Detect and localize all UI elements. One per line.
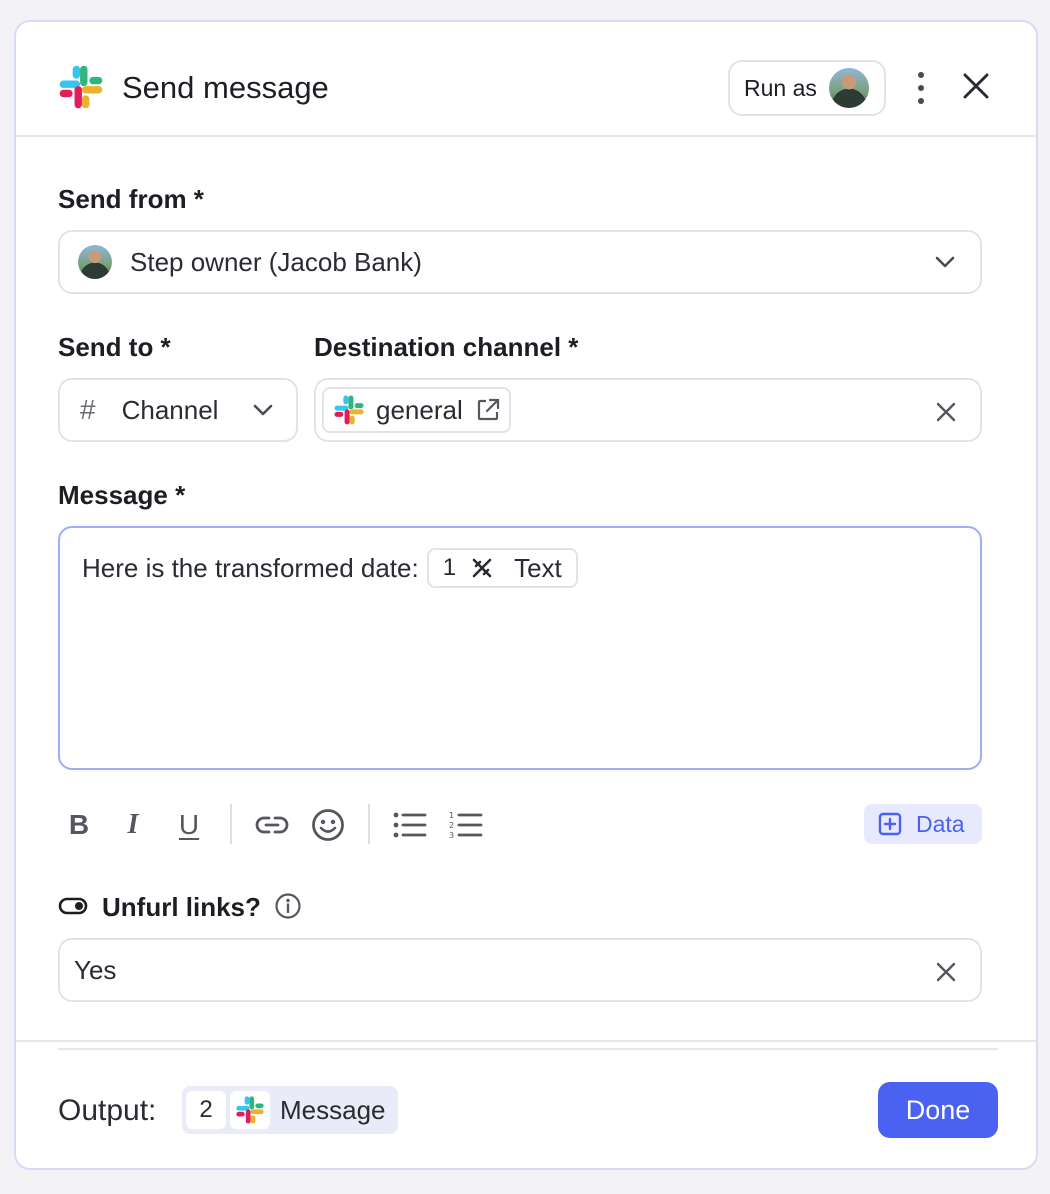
slack-logo-icon [236,1096,264,1124]
output-step-number: 2 [186,1091,226,1129]
italic-button[interactable]: I [118,806,148,844]
done-button[interactable]: Done [878,1082,998,1138]
link-button[interactable] [252,806,292,844]
link-icon [255,816,289,834]
send-to-label: Send to * [58,332,171,362]
send-from-label: Send from * [58,184,204,214]
send-from-value: Step owner (Jacob Bank) [130,246,422,277]
toolbar-divider [368,804,370,844]
run-as-button[interactable]: Run as [728,60,886,116]
unfurl-links-label: Unfurl links? [102,892,261,922]
destination-channel-label: Destination channel * [314,332,579,362]
unfurl-links-field[interactable]: Yes [58,938,982,1002]
output-slack-badge [230,1091,270,1129]
bold-button[interactable]: B [64,806,94,844]
send-to-select[interactable]: # Channel [58,378,298,442]
channel-chip[interactable]: general [322,387,511,433]
message-line: Here is the transformed date: 1 Text [82,548,958,588]
unfurl-links-value: Yes [74,954,117,985]
run-as-avatar [828,68,869,108]
token-step-number: 1 [442,554,457,581]
numbered-list-icon: 1 2 3 [449,811,483,840]
transform-icon [472,558,492,578]
more-options-icon[interactable] [910,68,932,108]
send-from-select[interactable]: Step owner (Jacob Bank) [58,230,982,294]
panel-header: Send message Run as [16,22,1036,137]
info-icon[interactable] [274,892,302,920]
emoji-button[interactable] [308,806,348,844]
plus-square-icon [878,812,902,836]
smiley-icon [312,809,344,841]
slack-logo-icon [59,65,103,109]
chevron-down-icon [935,256,955,268]
footer-divider-inner [58,1048,998,1050]
svg-text:1: 1 [449,811,454,820]
footer-divider [16,1040,1036,1042]
close-icon[interactable] [962,72,990,100]
run-as-label: Run as [744,74,817,101]
message-label: Message * [58,480,186,510]
message-text: Here is the transformed date: [82,552,419,583]
channel-name: general [376,394,463,425]
formatting-toolbar: B I U 1 2 3 Data [58,798,982,850]
send-to-value: Channel [121,394,219,425]
hash-icon: # [80,394,96,425]
external-link-icon[interactable] [475,397,501,423]
clear-channel-icon[interactable] [936,402,956,422]
insert-data-button[interactable]: Data [864,804,982,844]
output-label: Output: [58,1094,157,1127]
output-chip[interactable]: 2 Message [182,1086,398,1134]
slack-logo-icon [334,395,364,425]
underline-button[interactable]: U [172,806,206,844]
clear-unfurl-icon[interactable] [936,962,956,982]
destination-channel-field[interactable]: general [314,378,982,442]
output-name: Message [280,1094,386,1125]
data-token-chip[interactable]: 1 Text [426,548,578,588]
send-message-panel: Send message Run as Send from * Step own… [14,20,1038,1170]
bullet-list-icon [393,812,427,838]
page-title: Send message [122,70,329,105]
message-editor[interactable]: Here is the transformed date: 1 Text [58,526,982,770]
toolbar-divider [230,804,232,844]
data-button-label: Data [916,810,965,837]
owner-avatar [78,245,112,279]
chevron-down-icon [253,404,273,416]
svg-text:2: 2 [449,821,454,830]
bullet-list-button[interactable] [390,806,430,844]
toggle-icon [58,897,88,915]
token-label: Text [514,552,562,583]
numbered-list-button[interactable]: 1 2 3 [446,806,486,844]
svg-text:3: 3 [449,831,454,840]
